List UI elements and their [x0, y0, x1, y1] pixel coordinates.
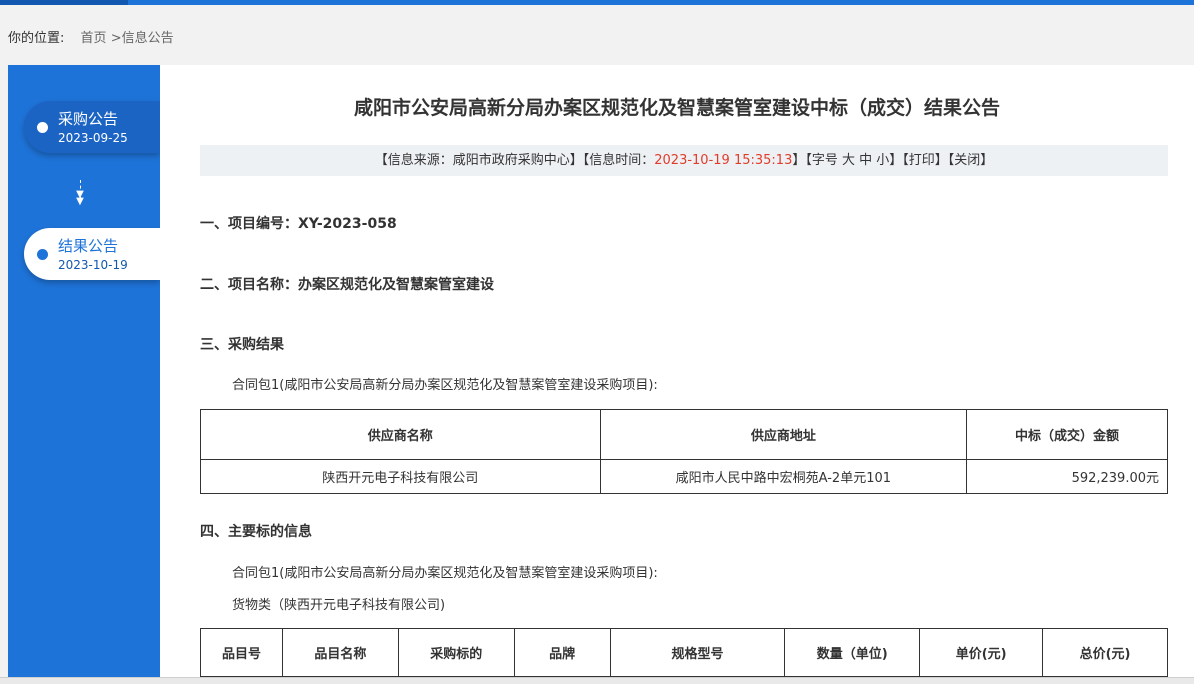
- table-header-row: 供应商名称 供应商地址 中标（成交）金额: [200, 409, 1168, 460]
- table-header-row: 品目号 品目名称 采购标的 品牌 规格型号 数量（单位) 单价(元) 总价(元): [200, 628, 1168, 677]
- supplier-name-cell: 陕西开元电子科技有限公司: [200, 459, 601, 494]
- breadcrumb-label: 你的位置:: [8, 31, 65, 46]
- contract-package-text: 合同包1(咸阳市公安局高新分局办案区规范化及智慧案管室建设采购项目):: [232, 378, 658, 393]
- top-accent-bar: [0, 0, 1194, 5]
- goods-category-text: 货物类（陕西开元电子科技有限公司): [232, 598, 446, 613]
- table-header-cell: 中标（成交）金额: [966, 409, 1168, 460]
- timeline-sidebar: 采购公告 2023-09-25 ▼ ▼ 结果公告 2023-10-19: [8, 65, 160, 684]
- breadcrumb-separator: >: [110, 31, 122, 46]
- timeline-dot: [37, 122, 48, 133]
- info-time: 2023-10-19 15:35:13: [654, 153, 793, 168]
- table-header-cell: 供应商地址: [599, 409, 968, 460]
- section-label: 二、项目名称：: [200, 277, 298, 293]
- timeline-step-title: 采购公告: [58, 110, 119, 128]
- table-header-cell: 品牌: [513, 628, 611, 677]
- award-amount-cell: 592,239.00元: [966, 459, 1168, 494]
- contract-package-text: 合同包1(咸阳市公安局高新分局办案区规范化及智慧案管室建设采购项目):: [232, 566, 658, 581]
- item-table: 品目号 品目名称 采购标的 品牌 规格型号 数量（单位) 单价(元) 总价(元): [200, 628, 1168, 677]
- breadcrumb-home-link[interactable]: 首页: [81, 31, 107, 46]
- section-label: 一、项目编号：: [200, 216, 298, 232]
- section-main-items: 四、主要标的信息: [200, 524, 312, 540]
- table-header-cell: 采购标的: [397, 628, 515, 677]
- result-table: 供应商名称 供应商地址 中标（成交）金额 陕西开元电子科技有限公司 咸阳市人民中…: [200, 409, 1168, 494]
- double-arrow-down-icon: ▼ ▼: [76, 189, 84, 207]
- table-row: 陕西开元电子科技有限公司 咸阳市人民中路中宏桐苑A-2单元101 592,239…: [200, 459, 1168, 494]
- info-bar: 【信息来源：咸阳市政府采购中心】【信息时间：2023-10-19 15:35:1…: [200, 145, 1168, 176]
- table-header-cell: 品目名称: [281, 628, 399, 677]
- article-panel: 咸阳市公安局高新分局办案区规范化及智慧案管室建设中标（成交）结果公告 【信息来源…: [160, 65, 1194, 684]
- section-procurement-result: 三、采购结果: [200, 337, 284, 353]
- timeline-step-date: 2023-10-19: [58, 258, 128, 272]
- supplier-address-cell: 咸阳市人民中路中宏桐苑A-2单元101: [599, 459, 968, 494]
- table-header-cell: 规格型号: [609, 628, 786, 677]
- breadcrumb-current[interactable]: 信息公告: [122, 31, 174, 46]
- timeline-step-title: 结果公告: [58, 237, 119, 255]
- bottom-scroll-strip: [0, 677, 1194, 684]
- info-source: 【信息来源：咸阳市政府采购中心】【信息时间：: [374, 153, 655, 168]
- table-header-cell: 数量（单位): [784, 628, 921, 677]
- table-header-cell: 品目号: [200, 628, 283, 677]
- table-header-cell: 供应商名称: [200, 409, 601, 460]
- info-actions[interactable]: 】【字号 大 中 小】【打印】【关闭】: [792, 153, 993, 168]
- timeline-step-result[interactable]: 结果公告 2023-10-19: [24, 228, 160, 280]
- project-number-value: XY-2023-058: [298, 216, 397, 232]
- section-project-name: 二、项目名称：办案区规范化及智慧案管室建设: [200, 274, 494, 294]
- table-header-cell: 总价(元): [1042, 628, 1168, 677]
- section-project-number: 一、项目编号：XY-2023-058: [200, 213, 397, 233]
- timeline-step-procurement[interactable]: 采购公告 2023-09-25: [24, 101, 160, 153]
- timeline-dot: [37, 249, 48, 260]
- top-accent-active: [0, 0, 128, 5]
- timeline-step-date: 2023-09-25: [58, 131, 128, 145]
- article-title: 咸阳市公安局高新分局办案区规范化及智慧案管室建设中标（成交）结果公告: [353, 97, 1000, 119]
- table-header-cell: 单价(元): [919, 628, 1044, 677]
- breadcrumb: 你的位置: 首页 >信息公告: [8, 27, 174, 46]
- project-name-value: 办案区规范化及智慧案管室建设: [298, 277, 494, 293]
